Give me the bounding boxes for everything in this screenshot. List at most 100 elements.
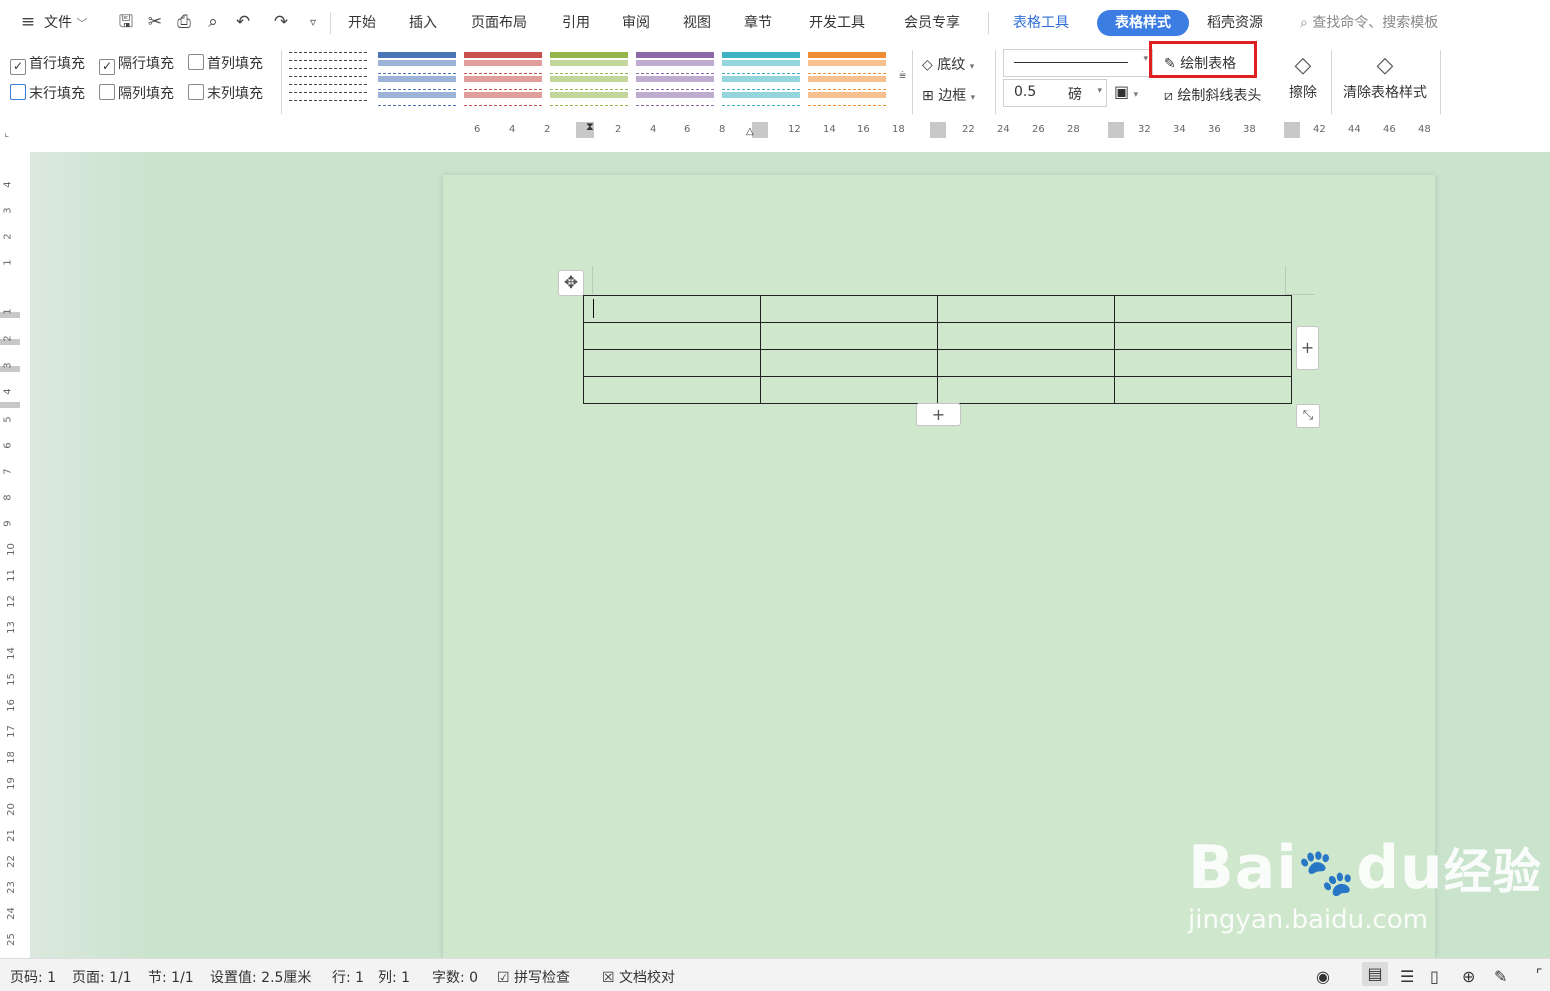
tab-review[interactable]: 审阅 bbox=[622, 12, 650, 32]
spell-check-button[interactable]: ☑ 拼写检查 bbox=[497, 967, 570, 987]
tab-docer-resources[interactable]: 稻壳资源 bbox=[1207, 12, 1263, 32]
alternate-row-fill-checkbox[interactable]: ✓ 隔行填充 bbox=[99, 53, 174, 75]
ruler-tick-label: 2 bbox=[2, 335, 14, 342]
ruler-tick-label: 8 bbox=[719, 124, 726, 135]
tab-references[interactable]: 引用 bbox=[562, 12, 590, 32]
right-indent-marker-icon[interactable]: △ bbox=[746, 126, 754, 137]
page-view-icon[interactable]: ▤ bbox=[1362, 962, 1388, 986]
ruler-tick-label: 15 bbox=[5, 673, 17, 686]
table-style-thumbnail[interactable] bbox=[289, 52, 367, 108]
add-row-button[interactable]: + bbox=[916, 403, 961, 426]
style-thumbnail-row bbox=[464, 92, 542, 98]
ruler-tick-label: 24 bbox=[997, 124, 1010, 135]
tab-table-tools[interactable]: 表格工具 bbox=[1013, 12, 1069, 32]
tab-view[interactable]: 视图 bbox=[683, 12, 711, 32]
table-cell[interactable] bbox=[1114, 376, 1292, 404]
undo-icon[interactable]: ↶ bbox=[233, 12, 253, 32]
hamburger-icon[interactable]: ≡ bbox=[18, 12, 38, 32]
status-setting-value[interactable]: 设置值: 2.5厘米 bbox=[210, 967, 311, 987]
table-resize-handle-icon[interactable]: ⤡ bbox=[1296, 404, 1320, 428]
tab-insert[interactable]: 插入 bbox=[409, 12, 437, 32]
tab-table-style[interactable]: 表格样式 bbox=[1097, 10, 1189, 36]
ruler-tick-label: 16 bbox=[5, 699, 17, 712]
table-cell[interactable] bbox=[1114, 349, 1292, 377]
menu-divider bbox=[988, 12, 989, 34]
clear-table-style-button[interactable]: ◇ 清除表格样式 bbox=[1339, 50, 1431, 114]
ruler-tick-label: 16 bbox=[857, 124, 870, 135]
shading-button[interactable]: ◇ 底纹 ▾ bbox=[922, 54, 974, 74]
table-style-thumbnail[interactable] bbox=[550, 52, 628, 108]
gallery-expand-icon[interactable]: ⩧ bbox=[899, 68, 906, 83]
draw-diagonal-header-button[interactable]: ⧄ 绘制斜线表头 bbox=[1164, 85, 1261, 105]
eye-protection-icon[interactable]: ◉ bbox=[1316, 967, 1330, 986]
table-cell[interactable] bbox=[937, 295, 1115, 323]
line-width-select[interactable]: 0.5 磅 ▾ bbox=[1003, 79, 1107, 107]
fullscreen-icon[interactable]: ⌜ bbox=[1536, 967, 1543, 983]
table-cell[interactable] bbox=[1114, 295, 1292, 323]
first-row-fill-checkbox[interactable]: ✓ 首行填充 bbox=[10, 53, 85, 75]
draw-table-button[interactable]: ✎ 绘制表格 bbox=[1164, 53, 1236, 73]
status-page-count[interactable]: 页面: 1/1 bbox=[72, 967, 132, 987]
doc-proof-button[interactable]: ☒ 文档校对 bbox=[602, 967, 675, 987]
table-cell[interactable] bbox=[760, 349, 938, 377]
last-row-fill-checkbox[interactable]: 末行填充 bbox=[10, 83, 85, 103]
last-column-fill-checkbox[interactable]: 末列填充 bbox=[188, 83, 263, 103]
style-thumbnail-row bbox=[464, 100, 542, 106]
add-column-button[interactable]: + bbox=[1296, 326, 1319, 370]
print-preview-icon[interactable]: ⌕ bbox=[203, 12, 223, 32]
table-style-thumbnail[interactable] bbox=[808, 52, 886, 108]
paw-logo-icon: 🐾 bbox=[1297, 845, 1357, 899]
ruler-tick-label: 10 bbox=[5, 543, 17, 556]
table-cell[interactable] bbox=[937, 349, 1115, 377]
ruler-tick-label: 2 bbox=[544, 124, 551, 135]
save-icon[interactable]: 🖫 bbox=[116, 12, 136, 32]
web-view-icon[interactable]: ⊕ bbox=[1462, 967, 1475, 986]
border-button[interactable]: ⊞ 边框 ▾ bbox=[922, 85, 975, 105]
redo-icon[interactable]: ↷ bbox=[271, 12, 291, 32]
table-cell[interactable] bbox=[760, 295, 938, 323]
pen-color-button[interactable]: ▣ ▾ bbox=[1114, 82, 1138, 101]
status-word-count[interactable]: 字数: 0 bbox=[432, 967, 478, 987]
table-cell[interactable] bbox=[583, 322, 761, 350]
write-mode-icon[interactable]: ✎ bbox=[1494, 967, 1507, 986]
command-search[interactable]: ⌕ 查找命令、搜索模板 bbox=[1300, 12, 1438, 32]
horizontal-ruler[interactable]: ⌞ ⧗ △ 6 4 2 2 4 6 8 12 14 16 18 22 24 26 28 32 34 36 38 42 4… bbox=[0, 120, 1550, 152]
table-cell[interactable] bbox=[937, 376, 1115, 404]
table-cell[interactable] bbox=[1114, 322, 1292, 350]
table-cell[interactable] bbox=[583, 349, 761, 377]
format-painter-icon[interactable]: ✂ bbox=[145, 12, 165, 32]
quick-access-dropdown-icon[interactable]: ▿ bbox=[303, 12, 323, 32]
tab-page-layout[interactable]: 页面布局 bbox=[471, 12, 527, 32]
style-thumbnail-row bbox=[289, 76, 367, 83]
tab-member[interactable]: 会员专享 bbox=[904, 12, 960, 32]
style-thumbnail-row bbox=[722, 68, 800, 74]
outline-view-icon[interactable]: ☰ bbox=[1400, 967, 1414, 986]
status-page-number[interactable]: 页码: 1 bbox=[10, 967, 56, 987]
line-style-select[interactable]: ▾ bbox=[1003, 49, 1153, 77]
table-cell[interactable] bbox=[760, 322, 938, 350]
table-cell[interactable] bbox=[937, 322, 1115, 350]
erase-button[interactable]: ◇ 擦除 bbox=[1286, 50, 1320, 114]
print-icon[interactable]: ⎙ bbox=[174, 12, 194, 32]
indent-marker-icon[interactable]: ⧗ bbox=[586, 120, 594, 134]
first-column-fill-checkbox[interactable]: 首列填充 bbox=[188, 53, 263, 73]
table-style-thumbnail[interactable] bbox=[636, 52, 714, 108]
tab-developer[interactable]: 开发工具 bbox=[809, 12, 865, 32]
alternate-column-fill-checkbox[interactable]: 隔列填充 bbox=[99, 83, 174, 103]
status-section[interactable]: 节: 1/1 bbox=[148, 967, 194, 987]
table-cell[interactable] bbox=[583, 295, 761, 323]
file-menu[interactable]: 文件 ﹀ bbox=[44, 12, 87, 32]
table-style-thumbnail[interactable] bbox=[722, 52, 800, 108]
table-cell[interactable] bbox=[760, 376, 938, 404]
tab-stop-selector-icon[interactable]: ⌞ bbox=[4, 126, 9, 139]
reading-view-icon[interactable]: ▯ bbox=[1430, 967, 1439, 986]
document-table[interactable] bbox=[583, 295, 1292, 404]
table-cell[interactable] bbox=[583, 376, 761, 404]
vertical-ruler[interactable]: 4 3 2 1 1 2 3 4 5 6 7 8 9 10 11 12 13 14 15 16 17 18 19 20 21 22 2… bbox=[0, 152, 30, 958]
table-style-thumbnail[interactable] bbox=[464, 52, 542, 108]
ruler-tick-label: 28 bbox=[1067, 124, 1080, 135]
table-style-thumbnail[interactable] bbox=[378, 52, 456, 108]
tab-section[interactable]: 章节 bbox=[744, 12, 772, 32]
table-move-handle-icon[interactable]: ✥ bbox=[558, 270, 584, 296]
tab-start[interactable]: 开始 bbox=[348, 12, 376, 32]
